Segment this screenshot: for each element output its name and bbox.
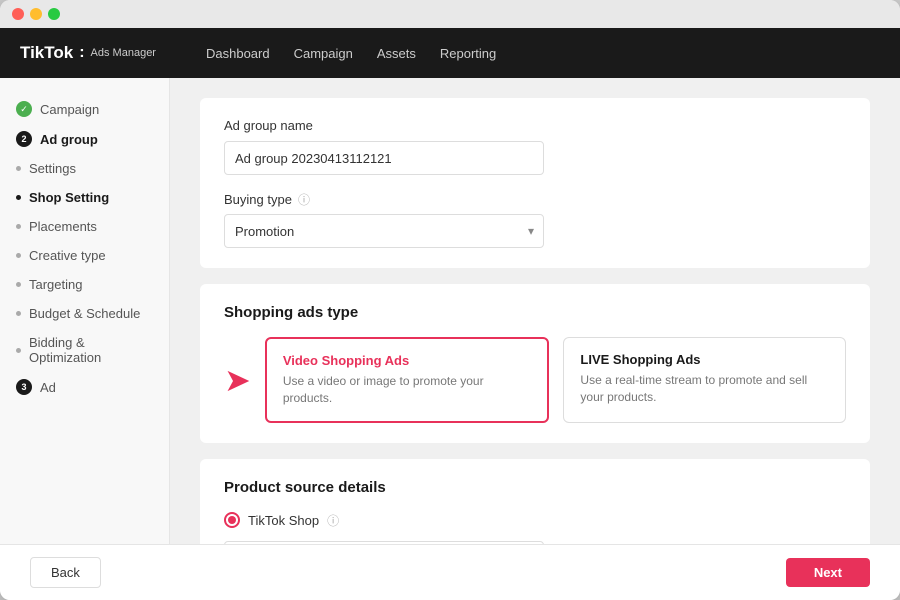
ads-cards: Video Shopping Ads Use a video or image … — [265, 337, 846, 423]
ads-card-video-desc: Use a video or image to promote your pro… — [283, 373, 532, 407]
section-shopping-ads-type: Shopping ads type ➤ Video Shopping Ads U… — [200, 284, 870, 443]
sidebar-label-campaign: Campaign — [40, 102, 99, 117]
section-product-source: Product source details TikTok Shop ⓘ Sel… — [200, 459, 870, 544]
dot-bidding-optimization — [16, 348, 21, 353]
dot-creative-type — [16, 253, 21, 258]
radio-label-tiktok-shop: TikTok Shop — [248, 513, 319, 528]
back-button[interactable]: Back — [30, 557, 101, 588]
arrow-container: ➤ Video Shopping Ads Use a video or imag… — [224, 337, 846, 423]
sidebar-label-settings: Settings — [29, 161, 76, 176]
select-shop-wrapper: Select a TikTok Shop ▾ — [224, 541, 544, 544]
sidebar-label-budget-schedule: Budget & Schedule — [29, 306, 140, 321]
red-arrow-icon: ➤ — [224, 361, 251, 399]
sidebar-item-budget-schedule[interactable]: Budget & Schedule — [0, 299, 169, 328]
radio-tiktok-shop[interactable]: TikTok Shop ⓘ — [224, 512, 846, 529]
dot-shop-setting — [16, 195, 21, 200]
check-icon: ✓ — [16, 101, 32, 117]
dot-placements — [16, 224, 21, 229]
num-badge-ad: 3 — [16, 379, 32, 395]
ads-card-video-shopping[interactable]: Video Shopping Ads Use a video or image … — [265, 337, 550, 423]
nav-dashboard[interactable]: Dashboard — [206, 46, 270, 61]
title-bar — [0, 0, 900, 28]
buying-type-label: Buying type — [224, 192, 292, 207]
footer: Back Next — [0, 544, 900, 600]
sidebar-label-placements: Placements — [29, 219, 97, 234]
dot-settings — [16, 166, 21, 171]
nav-reporting[interactable]: Reporting — [440, 46, 496, 61]
product-source-title: Product source details — [224, 479, 846, 496]
logo-tiktok: TikTok — [20, 43, 73, 63]
sidebar-item-targeting[interactable]: Targeting — [0, 270, 169, 299]
num-badge-adgroup: 2 — [16, 131, 32, 147]
sidebar-item-bidding-optimization[interactable]: Bidding & Optimization — [0, 328, 169, 372]
nav-assets[interactable]: Assets — [377, 46, 416, 61]
select-shop-dropdown[interactable]: Select a TikTok Shop — [224, 541, 544, 544]
logo-colon: : — [79, 44, 84, 62]
sidebar-item-adgroup[interactable]: 2 Ad group — [0, 124, 169, 154]
traffic-light-yellow[interactable] — [30, 8, 42, 20]
section-adgroup-info: Ad group name Buying type ⓘ Promotion ▾ — [200, 98, 870, 268]
sidebar-label-targeting: Targeting — [29, 277, 82, 292]
dot-budget-schedule — [16, 311, 21, 316]
content-area: Ad group name Buying type ⓘ Promotion ▾ — [170, 78, 900, 544]
sidebar-label-ad: Ad — [40, 380, 56, 395]
logo: TikTok: Ads Manager — [20, 43, 156, 63]
shopping-ads-type-title: Shopping ads type — [224, 304, 846, 321]
buying-type-info-icon[interactable]: ⓘ — [298, 191, 310, 208]
radio-circle-tiktok-shop — [224, 512, 240, 528]
sidebar-item-shop-setting[interactable]: Shop Setting — [0, 183, 169, 212]
ads-card-live-title: LIVE Shopping Ads — [580, 352, 829, 367]
top-nav: TikTok: Ads Manager Dashboard Campaign A… — [0, 28, 900, 78]
traffic-light-green[interactable] — [48, 8, 60, 20]
sidebar-label-creative-type: Creative type — [29, 248, 106, 263]
tiktok-shop-info-icon[interactable]: ⓘ — [327, 512, 339, 529]
sidebar-item-campaign[interactable]: ✓ Campaign — [0, 94, 169, 124]
ad-group-name-label: Ad group name — [224, 118, 846, 133]
ad-group-name-input[interactable] — [224, 141, 544, 175]
ads-card-live-shopping[interactable]: LIVE Shopping Ads Use a real-time stream… — [563, 337, 846, 423]
sidebar: ✓ Campaign 2 Ad group Settings Shop Sett… — [0, 78, 170, 544]
ads-card-video-title: Video Shopping Ads — [283, 353, 532, 368]
ads-card-live-desc: Use a real-time stream to promote and se… — [580, 372, 829, 406]
nav-campaign[interactable]: Campaign — [294, 46, 353, 61]
sidebar-label-bidding-optimization: Bidding & Optimization — [29, 335, 153, 365]
sidebar-label-shop-setting: Shop Setting — [29, 190, 109, 205]
buying-type-select[interactable]: Promotion — [224, 214, 544, 248]
sidebar-item-ad[interactable]: 3 Ad — [0, 372, 169, 402]
nav-links: Dashboard Campaign Assets Reporting — [206, 46, 496, 61]
sidebar-label-adgroup: Ad group — [40, 132, 98, 147]
buying-type-select-wrapper: Promotion ▾ — [224, 214, 544, 248]
next-button[interactable]: Next — [786, 558, 870, 587]
sidebar-item-settings[interactable]: Settings — [0, 154, 169, 183]
logo-subtitle: Ads Manager — [91, 47, 156, 59]
dot-targeting — [16, 282, 21, 287]
traffic-light-red[interactable] — [12, 8, 24, 20]
main-body: ✓ Campaign 2 Ad group Settings Shop Sett… — [0, 78, 900, 544]
app-window: TikTok: Ads Manager Dashboard Campaign A… — [0, 0, 900, 600]
sidebar-item-placements[interactable]: Placements — [0, 212, 169, 241]
sidebar-item-creative-type[interactable]: Creative type — [0, 241, 169, 270]
